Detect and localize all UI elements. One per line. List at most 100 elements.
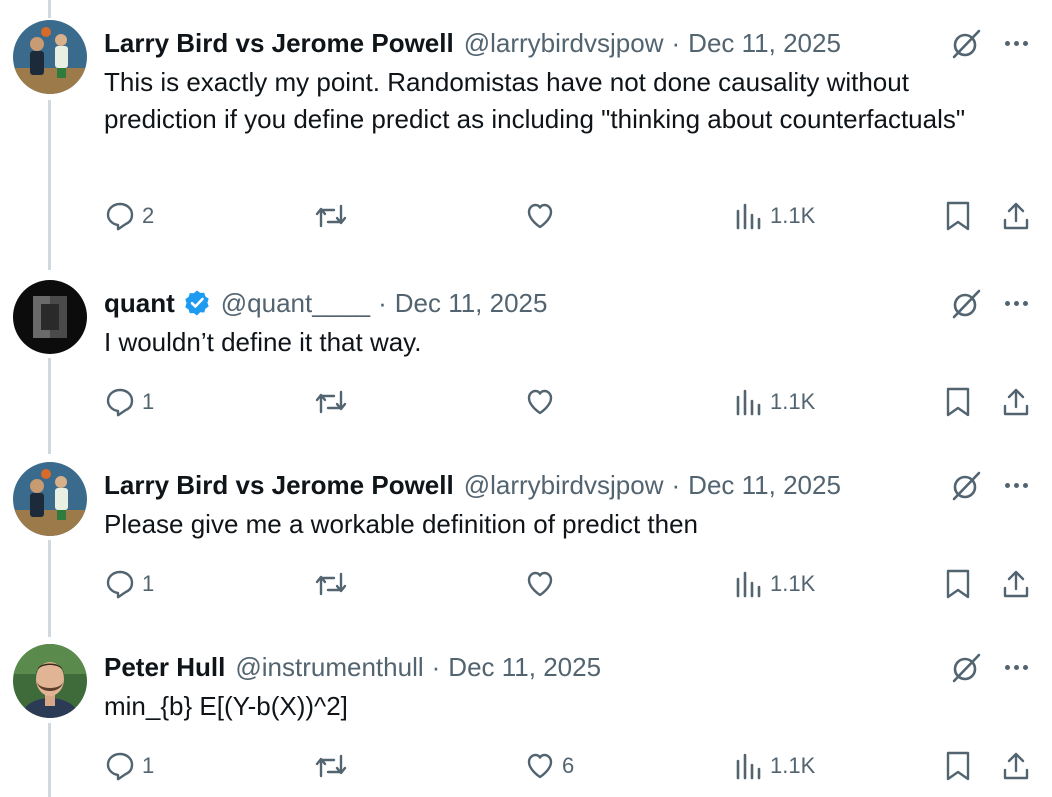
reply-icon	[104, 568, 136, 600]
display-name[interactable]: Peter Hull	[104, 650, 225, 684]
like-button[interactable]	[524, 564, 562, 604]
more-icon[interactable]	[999, 286, 1033, 320]
like-button[interactable]: 6	[524, 746, 574, 786]
avatar[interactable]	[13, 20, 87, 94]
handle[interactable]: @instrumenthull	[235, 650, 423, 684]
like-icon	[524, 568, 556, 600]
timestamp[interactable]: Dec 11, 2025	[688, 468, 841, 502]
retweet-button[interactable]	[313, 382, 349, 422]
bookmark-button[interactable]	[944, 382, 972, 422]
retweet-icon	[313, 200, 349, 232]
retweet-icon	[313, 750, 349, 782]
verified-badge-icon	[183, 289, 211, 317]
tweet-text: min_{b} E[(Y-b(X))^2]	[104, 691, 348, 721]
views-count: 1.1K	[770, 571, 816, 596]
like-button[interactable]	[524, 196, 562, 236]
like-icon	[524, 200, 556, 232]
tweet[interactable]: quant @quant____ · Dec 11, 2025 I wouldn…	[0, 280, 1052, 430]
bookmark-icon	[944, 750, 972, 782]
avatar[interactable]	[13, 644, 87, 718]
reply-count: 1	[142, 389, 155, 414]
tweet-header: Larry Bird vs Jerome Powell @larrybirdvs…	[104, 26, 841, 60]
views-icon	[734, 201, 764, 231]
retweet-icon	[313, 568, 349, 600]
bookmark-button[interactable]	[944, 196, 972, 236]
views-count: 1.1K	[770, 203, 816, 228]
share-icon	[1000, 568, 1032, 600]
timestamp[interactable]: Dec 11, 2025	[395, 286, 548, 320]
views-count: 1.1K	[770, 389, 816, 414]
bookmark-button[interactable]	[944, 746, 972, 786]
reply-button[interactable]: 1	[104, 746, 154, 786]
more-icon[interactable]	[999, 650, 1033, 684]
reply-count: 1	[142, 753, 155, 778]
avatar[interactable]	[13, 280, 87, 354]
reply-count: 1	[142, 571, 155, 596]
views-button[interactable]: 1.1K	[734, 746, 815, 786]
tweet-text: Please give me a workable definition of …	[104, 509, 699, 539]
share-button[interactable]	[1000, 382, 1032, 422]
action-bar: 1 6 1.1K	[0, 746, 1052, 786]
thread-line	[48, 0, 51, 18]
separator: ·	[671, 470, 681, 500]
views-icon	[734, 751, 764, 781]
bookmark-button[interactable]	[944, 564, 972, 604]
views-button[interactable]: 1.1K	[734, 564, 815, 604]
share-button[interactable]	[1000, 564, 1032, 604]
reply-icon	[104, 200, 136, 232]
separator: ·	[431, 652, 441, 682]
timestamp[interactable]: Dec 11, 2025	[688, 26, 841, 60]
action-bar: 1 1.1K	[0, 564, 1052, 604]
views-button[interactable]: 1.1K	[734, 196, 815, 236]
share-button[interactable]	[1000, 196, 1032, 236]
retweet-button[interactable]	[313, 564, 349, 604]
tweet-header: quant @quant____ · Dec 11, 2025	[104, 286, 547, 320]
display-name[interactable]: Larry Bird vs Jerome Powell	[104, 468, 454, 502]
bookmark-icon	[944, 200, 972, 232]
avatar[interactable]	[13, 462, 87, 536]
bookmark-icon	[944, 386, 972, 418]
share-icon	[1000, 200, 1032, 232]
reply-icon	[104, 750, 136, 782]
separator: ·	[671, 28, 681, 58]
handle[interactable]: @larrybirdvsjpow	[464, 468, 664, 502]
grok-icon[interactable]	[948, 286, 984, 322]
like-icon	[524, 386, 556, 418]
reply-count: 2	[142, 203, 155, 228]
display-name[interactable]: quant	[104, 286, 175, 320]
like-button[interactable]	[524, 382, 562, 422]
display-name[interactable]: Larry Bird vs Jerome Powell	[104, 26, 454, 60]
grok-icon[interactable]	[948, 650, 984, 686]
bookmark-icon	[944, 568, 972, 600]
retweet-button[interactable]	[313, 746, 349, 786]
grok-icon[interactable]	[948, 468, 984, 504]
tweet[interactable]: Larry Bird vs Jerome Powell @larrybirdvs…	[0, 462, 1052, 612]
share-icon	[1000, 750, 1032, 782]
retweet-button[interactable]	[313, 196, 349, 236]
action-bar: 1 1.1K	[0, 382, 1052, 422]
tweet-text: This is exactly my point. Randomistas ha…	[104, 67, 966, 134]
tweet-header: Larry Bird vs Jerome Powell @larrybirdvs…	[104, 468, 841, 502]
more-icon[interactable]	[999, 26, 1033, 60]
share-icon	[1000, 386, 1032, 418]
views-icon	[734, 569, 764, 599]
views-icon	[734, 387, 764, 417]
reply-button[interactable]: 1	[104, 382, 154, 422]
views-button[interactable]: 1.1K	[734, 382, 815, 422]
handle[interactable]: @larrybirdvsjpow	[464, 26, 664, 60]
reply-icon	[104, 386, 136, 418]
tweet[interactable]: Peter Hull @instrumenthull · Dec 11, 202…	[0, 644, 1052, 794]
like-icon	[524, 750, 556, 782]
like-count: 6	[562, 753, 575, 778]
tweet-text: I wouldn’t define it that way.	[104, 327, 422, 357]
more-icon[interactable]	[999, 468, 1033, 502]
reply-button[interactable]: 1	[104, 564, 154, 604]
tweet[interactable]: Larry Bird vs Jerome Powell @larrybirdvs…	[0, 20, 1052, 240]
retweet-icon	[313, 386, 349, 418]
separator: ·	[378, 288, 387, 318]
handle[interactable]: @quant____	[221, 286, 370, 320]
timestamp[interactable]: Dec 11, 2025	[448, 650, 601, 684]
grok-icon[interactable]	[948, 26, 984, 62]
reply-button[interactable]: 2	[104, 196, 154, 236]
share-button[interactable]	[1000, 746, 1032, 786]
